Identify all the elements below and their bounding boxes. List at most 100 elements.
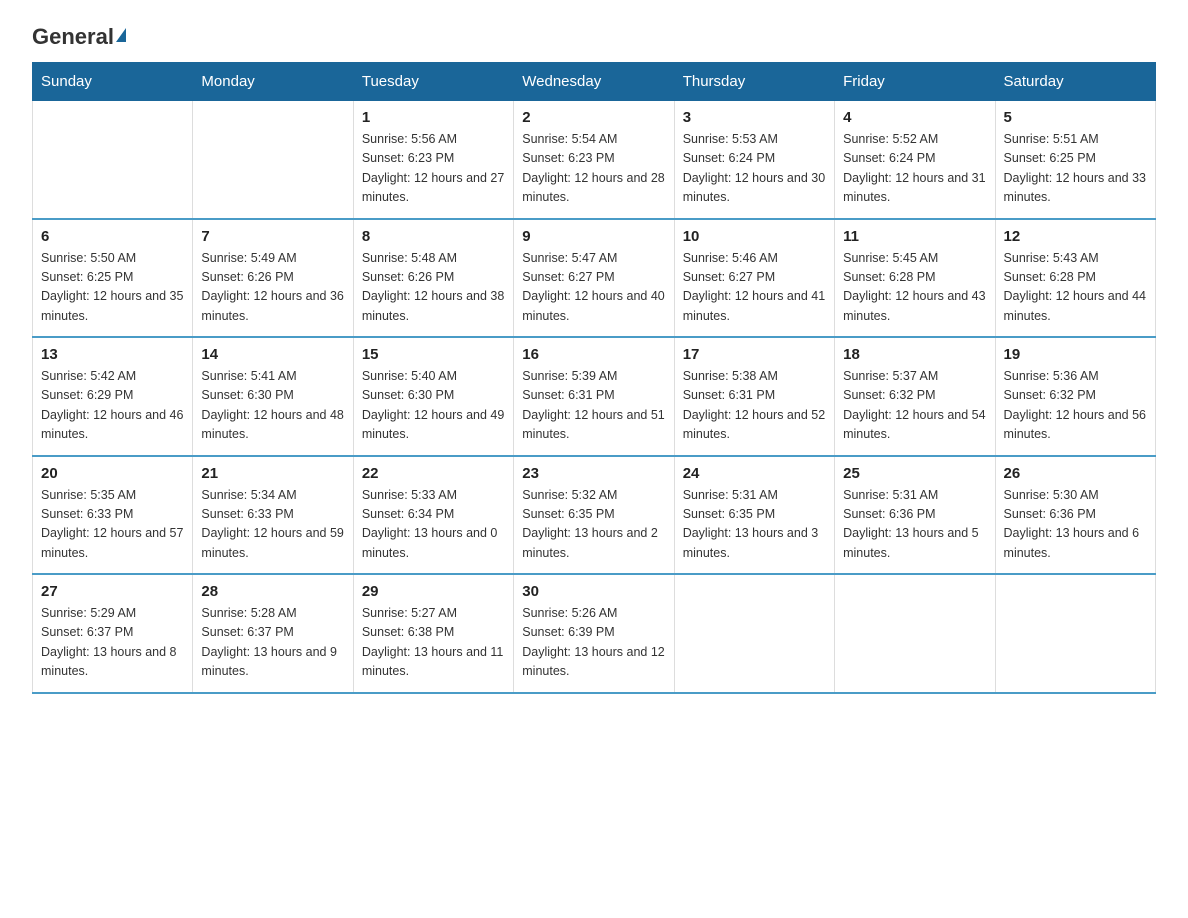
day-cell — [995, 574, 1155, 693]
day-info: Sunrise: 5:50 AMSunset: 6:25 PMDaylight:… — [41, 249, 184, 327]
day-cell: 3 Sunrise: 5:53 AMSunset: 6:24 PMDaylight… — [674, 101, 834, 219]
day-info: Sunrise: 5:29 AMSunset: 6:37 PMDaylight:… — [41, 604, 184, 682]
day-cell: 7 Sunrise: 5:49 AMSunset: 6:26 PMDaylight… — [193, 219, 353, 338]
day-cell: 17 Sunrise: 5:38 AMSunset: 6:31 PMDayligh… — [674, 337, 834, 456]
day-number: 30 — [522, 583, 665, 600]
header-row: SundayMondayTuesdayWednesdayThursdayFrid… — [33, 63, 1156, 101]
day-info: Sunrise: 5:46 AMSunset: 6:27 PMDaylight:… — [683, 249, 826, 327]
calendar-table: SundayMondayTuesdayWednesdayThursdayFrid… — [32, 62, 1156, 694]
day-cell: 26Sunrise: 5:30 AMSunset: 6:36 PMDayligh… — [995, 456, 1155, 575]
day-cell: 13 Sunrise: 5:42 AMSunset: 6:29 PMDayligh… — [33, 337, 193, 456]
day-number: 7 — [201, 228, 344, 245]
week-row-4: 27 Sunrise: 5:29 AMSunset: 6:37 PMDayligh… — [33, 574, 1156, 693]
day-cell — [674, 574, 834, 693]
day-number: 24 — [683, 465, 826, 482]
day-cell: 10Sunrise: 5:46 AMSunset: 6:27 PMDayligh… — [674, 219, 834, 338]
day-number: 4 — [843, 109, 986, 126]
header-cell-monday: Monday — [193, 63, 353, 101]
page-header: General — [32, 24, 1156, 50]
day-info: Sunrise: 5:52 AMSunset: 6:24 PMDaylight:… — [843, 130, 986, 208]
day-number: 5 — [1004, 109, 1147, 126]
day-number: 19 — [1004, 346, 1147, 363]
day-number: 20 — [41, 465, 184, 482]
header-cell-sunday: Sunday — [33, 63, 193, 101]
day-cell: 29 Sunrise: 5:27 AMSunset: 6:38 PMDayligh… — [353, 574, 513, 693]
header-cell-tuesday: Tuesday — [353, 63, 513, 101]
day-number: 17 — [683, 346, 826, 363]
day-number: 8 — [362, 228, 505, 245]
day-cell: 2Sunrise: 5:54 AMSunset: 6:23 PMDaylight… — [514, 101, 674, 219]
day-info: Sunrise: 5:47 AMSunset: 6:27 PMDaylight:… — [522, 249, 665, 327]
day-number: 15 — [362, 346, 505, 363]
day-number: 1 — [362, 109, 505, 126]
logo-general-text: General — [32, 24, 114, 50]
day-info: Sunrise: 5:38 AMSunset: 6:31 PMDaylight:… — [683, 367, 826, 445]
day-info: Sunrise: 5:48 AMSunset: 6:26 PMDaylight:… — [362, 249, 505, 327]
header-cell-thursday: Thursday — [674, 63, 834, 101]
day-cell: 23 Sunrise: 5:32 AMSunset: 6:35 PMDayligh… — [514, 456, 674, 575]
day-info: Sunrise: 5:33 AMSunset: 6:34 PMDaylight:… — [362, 486, 505, 564]
day-info: Sunrise: 5:49 AMSunset: 6:26 PMDaylight:… — [201, 249, 344, 327]
day-cell — [33, 101, 193, 219]
day-cell: 30 Sunrise: 5:26 AMSunset: 6:39 PMDayligh… — [514, 574, 674, 693]
day-number: 6 — [41, 228, 184, 245]
calendar-body: 1 Sunrise: 5:56 AMSunset: 6:23 PMDaylight… — [33, 101, 1156, 693]
header-cell-wednesday: Wednesday — [514, 63, 674, 101]
day-cell: 25 Sunrise: 5:31 AMSunset: 6:36 PMDayligh… — [835, 456, 995, 575]
week-row-1: 6 Sunrise: 5:50 AMSunset: 6:25 PMDaylight… — [33, 219, 1156, 338]
day-info: Sunrise: 5:42 AMSunset: 6:29 PMDaylight:… — [41, 367, 184, 445]
day-info: Sunrise: 5:51 AMSunset: 6:25 PMDaylight:… — [1004, 130, 1147, 208]
day-number: 23 — [522, 465, 665, 482]
day-info: Sunrise: 5:56 AMSunset: 6:23 PMDaylight:… — [362, 130, 505, 208]
day-info: Sunrise: 5:26 AMSunset: 6:39 PMDaylight:… — [522, 604, 665, 682]
day-cell: 20Sunrise: 5:35 AMSunset: 6:33 PMDayligh… — [33, 456, 193, 575]
day-info: Sunrise: 5:53 AMSunset: 6:24 PMDaylight:… — [683, 130, 826, 208]
day-cell: 22Sunrise: 5:33 AMSunset: 6:34 PMDayligh… — [353, 456, 513, 575]
day-info: Sunrise: 5:31 AMSunset: 6:36 PMDaylight:… — [843, 486, 986, 564]
day-cell: 16 Sunrise: 5:39 AMSunset: 6:31 PMDayligh… — [514, 337, 674, 456]
logo-triangle-icon — [116, 28, 126, 42]
day-number: 3 — [683, 109, 826, 126]
day-info: Sunrise: 5:43 AMSunset: 6:28 PMDaylight:… — [1004, 249, 1147, 327]
day-cell: 12 Sunrise: 5:43 AMSunset: 6:28 PMDayligh… — [995, 219, 1155, 338]
day-number: 29 — [362, 583, 505, 600]
calendar-header: SundayMondayTuesdayWednesdayThursdayFrid… — [33, 63, 1156, 101]
header-cell-saturday: Saturday — [995, 63, 1155, 101]
day-info: Sunrise: 5:37 AMSunset: 6:32 PMDaylight:… — [843, 367, 986, 445]
day-info: Sunrise: 5:34 AMSunset: 6:33 PMDaylight:… — [201, 486, 344, 564]
day-info: Sunrise: 5:45 AMSunset: 6:28 PMDaylight:… — [843, 249, 986, 327]
day-cell — [835, 574, 995, 693]
day-cell: 15 Sunrise: 5:40 AMSunset: 6:30 PMDayligh… — [353, 337, 513, 456]
day-info: Sunrise: 5:32 AMSunset: 6:35 PMDaylight:… — [522, 486, 665, 564]
day-number: 11 — [843, 228, 986, 245]
week-row-0: 1 Sunrise: 5:56 AMSunset: 6:23 PMDaylight… — [33, 101, 1156, 219]
day-info: Sunrise: 5:36 AMSunset: 6:32 PMDaylight:… — [1004, 367, 1147, 445]
day-cell — [193, 101, 353, 219]
header-cell-friday: Friday — [835, 63, 995, 101]
week-row-2: 13 Sunrise: 5:42 AMSunset: 6:29 PMDayligh… — [33, 337, 1156, 456]
day-number: 21 — [201, 465, 344, 482]
day-info: Sunrise: 5:27 AMSunset: 6:38 PMDaylight:… — [362, 604, 505, 682]
day-info: Sunrise: 5:39 AMSunset: 6:31 PMDaylight:… — [522, 367, 665, 445]
logo: General — [32, 24, 128, 50]
day-cell: 5 Sunrise: 5:51 AMSunset: 6:25 PMDaylight… — [995, 101, 1155, 219]
day-number: 27 — [41, 583, 184, 600]
day-number: 18 — [843, 346, 986, 363]
day-number: 16 — [522, 346, 665, 363]
day-number: 26 — [1004, 465, 1147, 482]
day-cell: 9Sunrise: 5:47 AMSunset: 6:27 PMDaylight… — [514, 219, 674, 338]
day-cell: 18 Sunrise: 5:37 AMSunset: 6:32 PMDayligh… — [835, 337, 995, 456]
day-info: Sunrise: 5:28 AMSunset: 6:37 PMDaylight:… — [201, 604, 344, 682]
day-cell: 28 Sunrise: 5:28 AMSunset: 6:37 PMDayligh… — [193, 574, 353, 693]
week-row-3: 20Sunrise: 5:35 AMSunset: 6:33 PMDayligh… — [33, 456, 1156, 575]
day-cell: 11 Sunrise: 5:45 AMSunset: 6:28 PMDayligh… — [835, 219, 995, 338]
day-number: 28 — [201, 583, 344, 600]
day-number: 13 — [41, 346, 184, 363]
day-number: 12 — [1004, 228, 1147, 245]
day-number: 2 — [522, 109, 665, 126]
day-cell: 24 Sunrise: 5:31 AMSunset: 6:35 PMDayligh… — [674, 456, 834, 575]
day-number: 25 — [843, 465, 986, 482]
day-info: Sunrise: 5:40 AMSunset: 6:30 PMDaylight:… — [362, 367, 505, 445]
day-info: Sunrise: 5:31 AMSunset: 6:35 PMDaylight:… — [683, 486, 826, 564]
day-info: Sunrise: 5:41 AMSunset: 6:30 PMDaylight:… — [201, 367, 344, 445]
